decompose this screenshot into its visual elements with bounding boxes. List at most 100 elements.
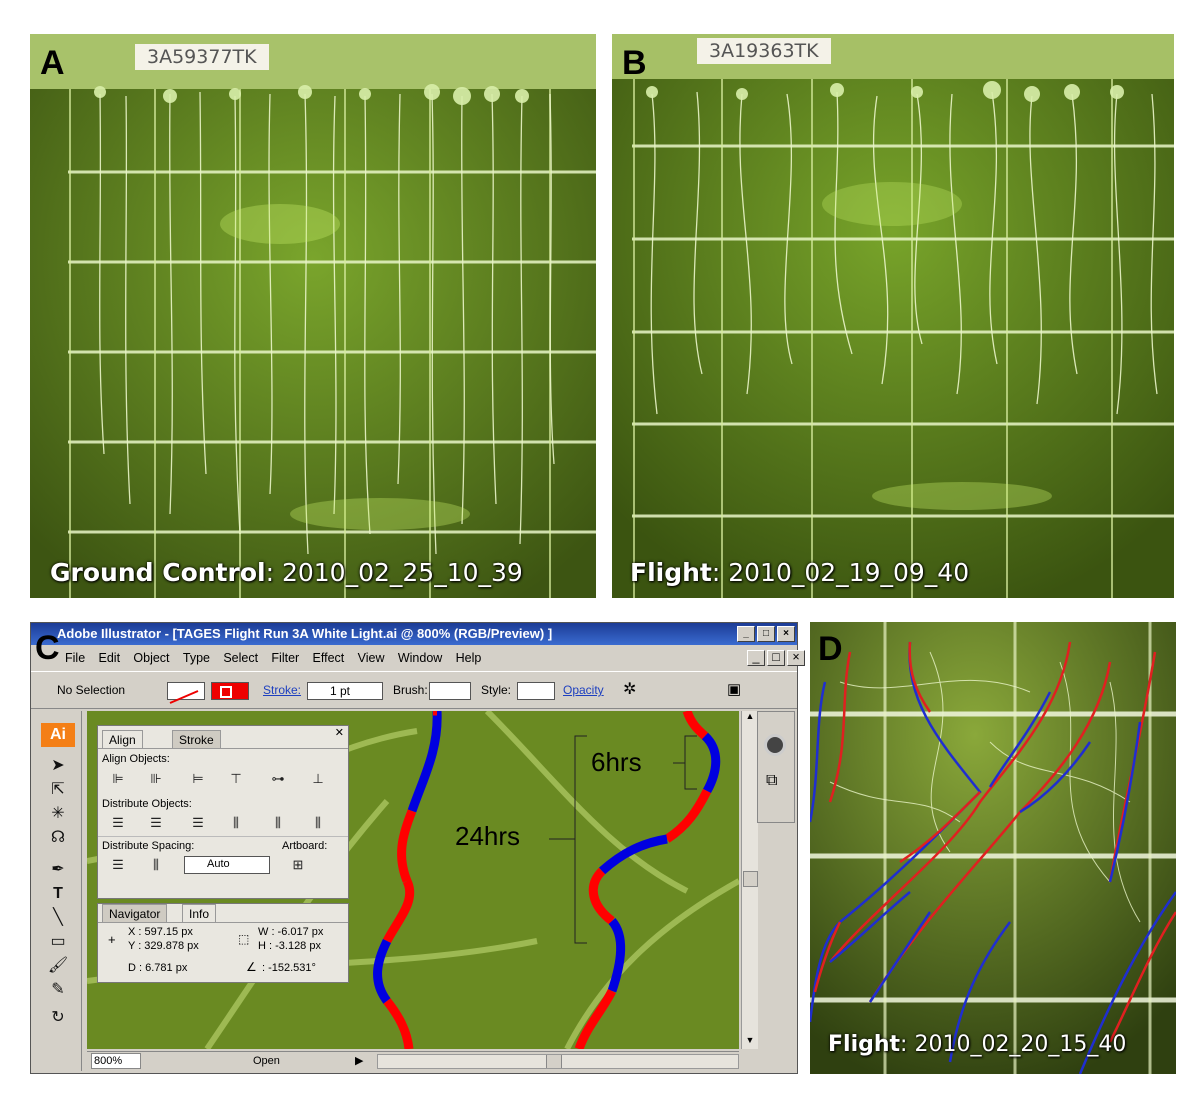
caption-condition: Flight (630, 558, 712, 587)
rectangle-tool-icon[interactable]: ▭ (45, 931, 71, 953)
align-hcenter-icon[interactable]: ⊪ (146, 770, 166, 788)
distribute-vcenter-icon[interactable]: ☰ (146, 814, 166, 832)
doc-restore-button[interactable]: □ (767, 650, 785, 666)
tab-stroke[interactable]: Stroke (172, 730, 221, 749)
menu-help[interactable]: Help (456, 651, 482, 665)
info-angle: : -152.531° (262, 962, 316, 974)
align-left-icon[interactable]: ⊫ (108, 770, 128, 788)
scroll-thumb[interactable] (743, 871, 758, 887)
align-panel: Align Stroke ✕ Align Objects: ⊫ ⊪ ⊨ ⊤ ⊶ … (97, 725, 349, 899)
align-to-artboard-icon[interactable]: ⊞ (288, 856, 308, 874)
panel-d: D Flight: 2010_02_20_15_40 (810, 622, 1176, 1074)
panel-a: 3A59377TK A Ground Control: 2010_02_25_1… (30, 34, 596, 598)
align-objects-label: Align Objects: (102, 753, 170, 765)
window-title: Adobe Illustrator - [TAGES Flight Run 3A… (57, 626, 553, 641)
distribute-left-icon[interactable]: ⫼ (226, 814, 246, 832)
panel-label: B (622, 44, 647, 82)
menu-type[interactable]: Type (183, 651, 210, 665)
panel-caption: Flight: 2010_02_20_15_40 (828, 1032, 1126, 1057)
fill-swatch[interactable] (167, 682, 205, 704)
status-arrow-icon[interactable]: ▶ (355, 1052, 363, 1070)
distribute-bottom-icon[interactable]: ☰ (188, 814, 208, 832)
stroke-swatch[interactable] (211, 682, 249, 700)
doc-minimize-button[interactable]: _ (747, 650, 765, 666)
plate-id-tag: 3A19363TK (697, 38, 831, 64)
align-vcenter-icon[interactable]: ⊶ (268, 770, 288, 788)
caption-timestamp: : 2010_02_25_10_39 (265, 558, 523, 587)
menu-window[interactable]: Window (398, 651, 442, 665)
layers-icon[interactable]: ⧉ (766, 772, 777, 790)
minimize-button[interactable]: _ (737, 626, 755, 642)
stroke-weight-value: 1 pt (330, 684, 351, 698)
menu-bar: File Edit Object Type Select Filter Effe… (31, 647, 805, 669)
caption-timestamp: : 2010_02_20_15_40 (900, 1032, 1127, 1057)
panel-b: 3A19363TK B Flight: 2010_02_19_09_40 (612, 34, 1174, 598)
window-titlebar[interactable]: Adobe Illustrator - [TAGES Flight Run 3A… (31, 623, 797, 645)
appearance-icon[interactable] (764, 734, 786, 756)
panel-caption: Ground Control: 2010_02_25_10_39 (50, 558, 523, 587)
horizontal-scrollbar[interactable] (377, 1054, 739, 1069)
lasso-icon[interactable]: ☊ (45, 827, 71, 849)
caption-condition: Flight (828, 1032, 901, 1057)
artboard-label: Artboard: (282, 840, 328, 852)
scroll-down-icon[interactable]: ▼ (742, 1035, 758, 1049)
direct-selection-icon[interactable]: ⇱ (45, 779, 71, 801)
style-dropdown[interactable] (517, 682, 555, 700)
tab-align[interactable]: Align (102, 730, 143, 749)
control-bar: No Selection Stroke: 1 pt Brush: Style: … (31, 671, 797, 709)
distribute-objects-label: Distribute Objects: (102, 798, 192, 810)
rotate-tool-icon[interactable]: ↻ (45, 1007, 71, 1029)
pencil-icon[interactable]: ✎ (45, 979, 71, 1001)
stroke-weight-field[interactable]: 1 pt (307, 682, 383, 700)
distribute-top-icon[interactable]: ☰ (108, 814, 128, 832)
menu-select[interactable]: Select (223, 651, 258, 665)
hscroll-thumb[interactable] (546, 1055, 562, 1068)
vertical-scrollbar[interactable]: ▲ ▼ (741, 711, 758, 1049)
wand-icon[interactable]: ✲ (623, 672, 636, 708)
menu-effect[interactable]: Effect (313, 651, 345, 665)
close-button[interactable]: × (777, 626, 795, 642)
panel-label: D (818, 630, 843, 668)
status-bar: 800% Open ▶ (87, 1051, 739, 1070)
spacing-field[interactable]: Auto (184, 856, 270, 874)
line-tool-icon[interactable]: ╲ (45, 907, 71, 929)
flight-plate-photo (612, 34, 1174, 598)
menu-filter[interactable]: Filter (271, 651, 299, 665)
tab-info[interactable]: Info (182, 904, 217, 923)
right-dock: ⧉ (757, 711, 795, 823)
caption-timestamp: : 2010_02_19_09_40 (711, 558, 970, 587)
distribute-right-icon[interactable]: ⫼ (308, 814, 328, 832)
doc-close-button[interactable]: × (787, 650, 805, 666)
six-hour-annotation: 6hrs (591, 747, 642, 777)
align-bottom-icon[interactable]: ⊥ (308, 770, 328, 788)
magic-wand-icon[interactable]: ✳ (45, 803, 71, 825)
distribute-hcenter-icon[interactable]: ⫼ (268, 814, 288, 832)
caption-condition: Ground Control (50, 558, 266, 587)
maximize-button[interactable]: □ (757, 626, 775, 642)
stroke-link[interactable]: Stroke: (263, 672, 301, 708)
artboard-canvas[interactable]: 6hrs 24hrs Align Stroke ✕ Align Objects:… (87, 711, 739, 1049)
paintbrush-icon[interactable]: 🖌 (45, 955, 71, 977)
zoom-level[interactable]: 800% (91, 1053, 142, 1069)
horizontal-spacing-icon[interactable]: ⫼ (146, 856, 166, 874)
brush-dropdown[interactable] (429, 682, 471, 700)
align-right-icon[interactable]: ⊨ (188, 770, 208, 788)
menu-file[interactable]: File (65, 651, 85, 665)
align-top-icon[interactable]: ⊤ (226, 770, 246, 788)
status-mode: Open (253, 1055, 280, 1067)
document-setup-icon[interactable]: ▣ (727, 672, 741, 708)
tab-navigator[interactable]: Navigator (102, 904, 168, 923)
style-label: Style: (481, 683, 512, 697)
vertical-spacing-icon[interactable]: ☰ (108, 856, 128, 874)
scroll-up-icon[interactable]: ▲ (742, 711, 758, 725)
opacity-link[interactable]: Opacity (563, 672, 604, 708)
type-tool-icon[interactable]: T (45, 883, 71, 905)
tools-panel: Ai ➤ ⇱ ✳ ☊ ✒ T ╲ ▭ 🖌 ✎ ↻ (35, 711, 82, 1071)
panel-close-icon[interactable]: ✕ (335, 726, 344, 739)
menu-object[interactable]: Object (133, 651, 169, 665)
menu-view[interactable]: View (358, 651, 385, 665)
menu-edit[interactable]: Edit (99, 651, 121, 665)
selection-tool-icon[interactable]: ➤ (45, 755, 71, 777)
ground-control-plate-photo (30, 34, 596, 598)
pen-tool-icon[interactable]: ✒ (45, 859, 71, 881)
